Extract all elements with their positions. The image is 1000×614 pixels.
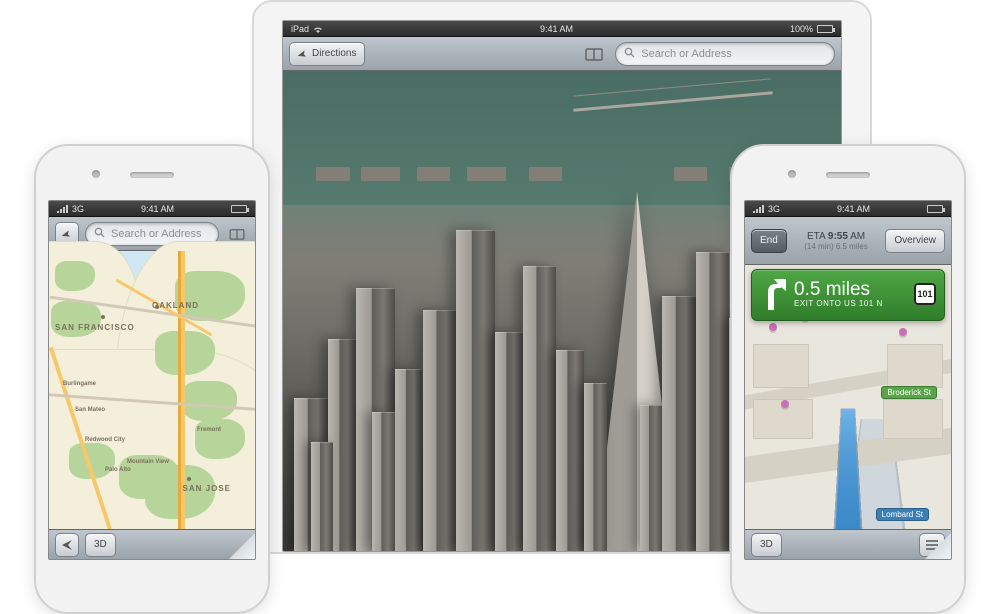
eta-sub: (14 min) 6.5 miles <box>793 242 880 251</box>
eta-prefix: ETA <box>807 231 825 242</box>
search-icon <box>624 45 635 63</box>
wifi-icon <box>313 25 323 33</box>
label-broderick: Broderick St <box>881 386 937 399</box>
label-burlingame: Burlingame <box>63 381 96 387</box>
eta-suffix: AM <box>850 231 865 242</box>
nav-instruction: EXIT ONTO US 101 N <box>794 299 906 308</box>
battery-icon <box>231 205 247 213</box>
battery-icon <box>817 25 833 33</box>
bookmarks-button[interactable] <box>579 47 609 61</box>
nav-sign: 0.5 miles EXIT ONTO US 101 N 101 <box>751 269 945 321</box>
label-lombard: Lombard St <box>876 508 929 521</box>
locate-button[interactable] <box>55 533 79 557</box>
clock-label: 9:41 AM <box>141 204 174 214</box>
battery-icon <box>927 205 943 213</box>
eta-display: ETA 9:55 AM (14 min) 6.5 miles <box>793 231 880 251</box>
end-label: End <box>760 235 778 246</box>
search-icon <box>94 225 105 243</box>
label-san-francisco: SAN FRANCISCO <box>55 323 135 332</box>
battery-pct: 100% <box>790 24 813 34</box>
signal-icon <box>57 205 68 213</box>
signal-icon <box>753 205 764 213</box>
3d-label: 3D <box>760 539 773 550</box>
3d-label: 3D <box>94 539 107 550</box>
label-palo-alto: Palo Alto <box>105 467 131 473</box>
label-fremont: Fremont <box>197 427 221 433</box>
iphone-left-screen: 3G 9:41 AM Search or Address <box>48 200 256 560</box>
3d-button[interactable]: 3D <box>751 533 782 557</box>
nav-distance: 0.5 miles <box>794 280 906 299</box>
iphone-right-status-bar: 3G 9:41 AM <box>745 201 951 217</box>
page-curl-button[interactable] <box>229 533 255 559</box>
overview-label: Overview <box>894 235 936 246</box>
search-placeholder: Search or Address <box>641 48 732 60</box>
iphone-left-status-bar: 3G 9:41 AM <box>49 201 255 217</box>
directions-button[interactable]: Directions <box>289 42 365 66</box>
ipad-toolbar: Directions Search or Address <box>283 37 841 71</box>
end-button[interactable]: End <box>751 229 787 253</box>
iphone-left-bottom-bar: 3D <box>49 529 255 559</box>
ipad-status-bar: iPad 9:41 AM 100% <box>283 21 841 37</box>
overview-button[interactable]: Overview <box>885 229 945 253</box>
search-placeholder: Search or Address <box>111 228 202 240</box>
directions-label: Directions <box>312 48 356 59</box>
iphone-right-screen: 3G 9:41 AM End ETA 9:55 AM (14 min) 6.5 … <box>744 200 952 560</box>
search-field[interactable]: Search or Address <box>615 42 835 66</box>
speaker <box>130 172 174 178</box>
label-redwood-city: Redwood City <box>85 437 125 443</box>
turn-right-icon <box>760 276 786 312</box>
label-san-mateo: San Mateo <box>75 407 105 413</box>
iphone-right-device: 3G 9:41 AM End ETA 9:55 AM (14 min) 6.5 … <box>730 144 966 614</box>
iphone-left-map[interactable]: SAN FRANCISCO OAKLAND SAN JOSE Burlingam… <box>49 251 255 529</box>
nav-top-bar: End ETA 9:55 AM (14 min) 6.5 miles Overv… <box>745 217 951 265</box>
eta-time: 9:55 <box>828 231 848 242</box>
speaker <box>826 172 870 178</box>
carrier-label: iPad <box>291 24 309 34</box>
clock-label: 9:41 AM <box>837 204 870 214</box>
camera-icon <box>788 170 796 178</box>
3d-button[interactable]: 3D <box>85 533 116 557</box>
carrier-label: 3G <box>768 204 780 214</box>
bookmarks-button[interactable] <box>225 228 249 240</box>
route-shield: 101 <box>914 283 936 305</box>
camera-icon <box>92 170 100 178</box>
label-san-jose: SAN JOSE <box>183 484 231 493</box>
label-oakland: OAKLAND <box>152 301 199 310</box>
carrier-label: 3G <box>72 204 84 214</box>
clock-label: 9:41 AM <box>540 24 573 34</box>
directions-icon <box>298 49 308 59</box>
label-mountain-view: Mountain View <box>127 459 169 465</box>
shield-number: 101 <box>917 289 932 299</box>
iphone-right-bottom-bar: 3D <box>745 529 951 559</box>
iphone-left-device: 3G 9:41 AM Search or Address <box>34 144 270 614</box>
